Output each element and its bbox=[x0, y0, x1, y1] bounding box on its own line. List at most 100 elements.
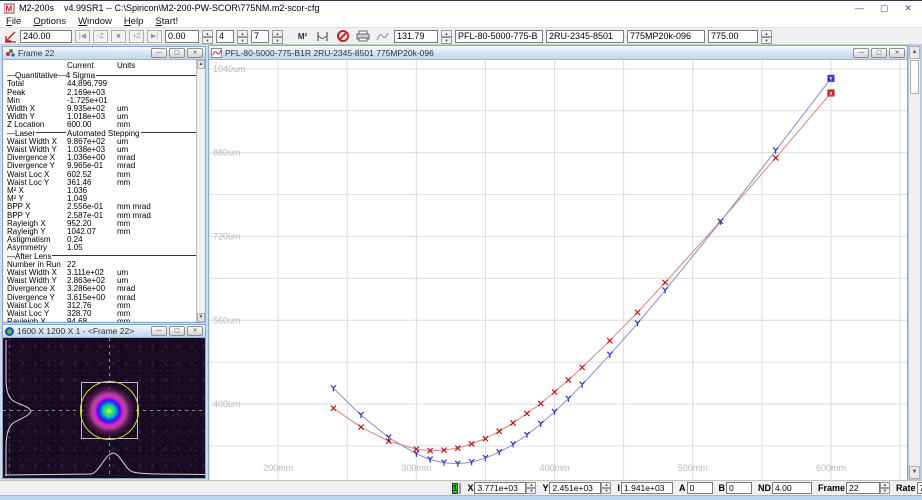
scrollbar-up-icon[interactable]: ▲ bbox=[909, 46, 920, 59]
go-start-button[interactable]: |◀ bbox=[75, 30, 90, 43]
close-button[interactable]: ✕ bbox=[904, 3, 912, 14]
plus-z-button[interactable]: +Z bbox=[129, 30, 144, 43]
spinner-up-icon[interactable]: ▲ bbox=[272, 30, 283, 37]
chart-maximize-button[interactable]: ▢ bbox=[871, 48, 887, 58]
end-marker-letter: X bbox=[829, 91, 833, 97]
status-spinner[interactable]: ▲▼ bbox=[880, 482, 890, 494]
maximize-button[interactable]: ▢ bbox=[880, 3, 889, 14]
col-header-units: Units bbox=[117, 62, 205, 70]
title-bar[interactable]: M M2-200s v4.99SR1 -- C:\Spiricon\M2-200… bbox=[0, 1, 922, 15]
data-point-x bbox=[663, 280, 668, 285]
beam-minimize-button[interactable]: — bbox=[151, 326, 167, 336]
print-button[interactable] bbox=[354, 29, 371, 43]
results-row: M² Y1.049 bbox=[7, 195, 205, 203]
minus-z-button[interactable]: -Z bbox=[93, 30, 108, 43]
spinner-down-icon[interactable]: ▼ bbox=[761, 37, 772, 44]
chart-close-button[interactable]: ✕ bbox=[889, 48, 905, 58]
menu-bar: File Options Window Help Start! bbox=[0, 15, 922, 28]
x-axis-tick-label: 300mm bbox=[401, 463, 431, 473]
focal-length-spinner[interactable]: ▲▼ bbox=[441, 30, 452, 43]
data-point-x bbox=[580, 365, 585, 370]
count-b-spinner[interactable]: ▲▼ bbox=[272, 30, 283, 43]
status-spinner[interactable]: ▲▼ bbox=[526, 482, 536, 494]
aperture-icon bbox=[316, 30, 329, 43]
data-point-y bbox=[524, 432, 529, 438]
spinner-up-icon[interactable]: ▲ bbox=[237, 30, 248, 37]
status-value-input[interactable] bbox=[772, 482, 812, 494]
results-row: Min-1.725e+01 bbox=[7, 97, 205, 105]
menu-window[interactable]: Window bbox=[72, 16, 118, 27]
data-point-x bbox=[635, 310, 640, 315]
count-a-spinner[interactable]: ▲▼ bbox=[237, 30, 248, 43]
beam-close-button[interactable]: ✕ bbox=[187, 326, 203, 336]
status-spinner[interactable]: ▲▼ bbox=[601, 482, 611, 494]
chart-minimize-button[interactable]: — bbox=[853, 48, 869, 58]
data-point-x bbox=[773, 155, 778, 160]
results-scrollbar[interactable]: ▲ ▼ bbox=[196, 60, 205, 322]
device-id-field[interactable] bbox=[627, 30, 705, 43]
scroll-down-icon[interactable]: ▼ bbox=[197, 313, 205, 322]
scrollbar-thumb[interactable] bbox=[910, 60, 919, 94]
status-label: ND bbox=[758, 483, 771, 493]
x-axis-tick-label: 600mm bbox=[816, 463, 846, 473]
curve-button[interactable] bbox=[374, 29, 391, 43]
m-squared-button[interactable]: M² bbox=[294, 29, 311, 43]
menu-file[interactable]: File bbox=[0, 16, 27, 27]
spinner-down-icon[interactable]: ▼ bbox=[441, 37, 452, 44]
step-size-field[interactable] bbox=[165, 30, 199, 43]
app-window: M M2-200s v4.99SR1 -- C:\Spiricon\M2-200… bbox=[0, 0, 922, 500]
results-maximize-button[interactable]: ▢ bbox=[169, 48, 185, 58]
status-value-input[interactable] bbox=[846, 482, 880, 494]
beam-maximize-button[interactable]: ▢ bbox=[169, 326, 185, 336]
focal-length-field[interactable] bbox=[394, 30, 438, 43]
status-field-frame: Frame▲▼ bbox=[818, 482, 890, 494]
col-header-current: Current bbox=[67, 62, 117, 70]
status-value-input[interactable] bbox=[549, 482, 601, 494]
status-bar: 1 X▲▼Y▲▼IABNDFrame▲▼RateInterval bbox=[0, 480, 922, 495]
y-axis-tick-label: 880um bbox=[213, 148, 241, 158]
status-value-input[interactable] bbox=[726, 482, 752, 494]
spinner-up-icon[interactable]: ▲ bbox=[202, 30, 213, 37]
results-window: Frame 22 — ▢ ✕ Current Units —Quantitati… bbox=[2, 46, 206, 323]
stage-position-field[interactable] bbox=[20, 30, 72, 43]
origin-cursor-icon[interactable] bbox=[3, 30, 17, 43]
scroll-up-icon[interactable]: ▲ bbox=[197, 60, 205, 69]
minimize-button[interactable]: — bbox=[855, 3, 864, 14]
menu-options[interactable]: Options bbox=[27, 16, 72, 27]
count-b-field[interactable] bbox=[251, 30, 269, 43]
data-point-y bbox=[510, 441, 515, 447]
results-close-button[interactable]: ✕ bbox=[187, 48, 203, 58]
block-button[interactable] bbox=[334, 29, 351, 43]
count-a-field[interactable] bbox=[216, 30, 234, 43]
wavelength-spinner[interactable]: ▲▼ bbox=[761, 30, 772, 43]
spinner-down-icon[interactable]: ▼ bbox=[237, 37, 248, 44]
mdi-vertical-scrollbar[interactable]: ▲ ▼ bbox=[908, 45, 921, 480]
chart-title-bar[interactable]: PFL-80-5000-775-B1R 2RU-2345-8501 775MP2… bbox=[209, 46, 907, 60]
spinner-down-icon[interactable]: ▼ bbox=[202, 37, 213, 44]
results-content: Current Units —Quantitative—4 SigmaTotal… bbox=[3, 60, 205, 322]
menu-start[interactable]: Start! bbox=[149, 16, 184, 27]
status-value-input[interactable] bbox=[917, 482, 922, 494]
stop-button[interactable]: ■ bbox=[111, 30, 126, 43]
menu-help[interactable]: Help bbox=[118, 16, 150, 27]
spinner-up-icon[interactable]: ▲ bbox=[761, 30, 772, 37]
wavelength-field[interactable] bbox=[708, 30, 758, 43]
results-row: Rayleigh X94.68mm bbox=[7, 318, 205, 322]
scrollbar-down-icon[interactable]: ▼ bbox=[909, 466, 920, 479]
beam-title-bar[interactable]: 1600 X 1200 X 1 - <Frame 22> — ▢ ✕ bbox=[3, 325, 205, 338]
status-label: Rate bbox=[896, 483, 916, 493]
results-title-bar[interactable]: Frame 22 — ▢ ✕ bbox=[3, 47, 205, 60]
results-header: Current Units bbox=[7, 62, 205, 70]
step-size-spinner[interactable]: ▲▼ bbox=[202, 30, 213, 43]
status-value-input[interactable] bbox=[687, 482, 713, 494]
data-point-x bbox=[524, 411, 529, 416]
spinner-up-icon[interactable]: ▲ bbox=[441, 30, 452, 37]
lens-id-field[interactable] bbox=[455, 30, 543, 43]
results-minimize-button[interactable]: — bbox=[151, 48, 167, 58]
status-value-input[interactable] bbox=[474, 482, 526, 494]
status-value-input[interactable] bbox=[621, 482, 673, 494]
camera-id-field[interactable] bbox=[546, 30, 624, 43]
go-end-button[interactable]: ▶| bbox=[147, 30, 162, 43]
spinner-down-icon[interactable]: ▼ bbox=[272, 37, 283, 44]
aperture-button[interactable] bbox=[314, 29, 331, 43]
